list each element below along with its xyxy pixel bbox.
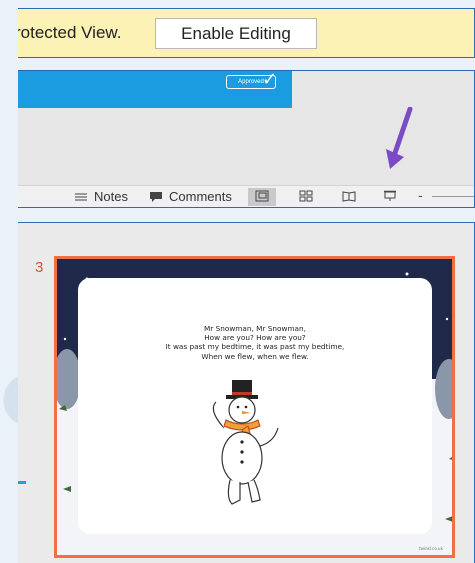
arrow-pointer-icon [384, 106, 416, 173]
slide-sorter-icon [299, 190, 313, 205]
song-verse: Mr Snowman, Mr Snowman, How are you? How… [78, 324, 432, 361]
ribbon-banner: Approved ✓ [18, 71, 292, 108]
status-bar: Notes Comments - [18, 185, 474, 207]
status-bar-panel: Approved ✓ Notes Comments - [18, 70, 475, 208]
verse-line: Mr Snowman, Mr Snowman, [204, 324, 306, 333]
slide-logo: twinkl.co.uk [419, 546, 443, 551]
reading-view-button[interactable] [335, 188, 363, 206]
verse-line: When we flew, when we flew. [201, 351, 309, 361]
notes-label: Notes [94, 189, 128, 204]
protected-view-bar: rotected View. Enable Editing [18, 8, 475, 58]
comments-label: Comments [169, 189, 232, 204]
reading-view-icon [342, 190, 356, 205]
verse-line: How are you? How are you? [204, 333, 306, 343]
verse-line: It was past my bedtime, it was past my b… [165, 342, 345, 352]
slide-panel: 3 Mr Snowman, Mr Snowman, How are you? H… [18, 222, 475, 563]
snowman-illustration [202, 380, 302, 514]
normal-view-button[interactable] [248, 188, 276, 206]
slide-thumbnail[interactable]: Mr Snowman, Mr Snowman, How are you? How… [54, 256, 455, 558]
normal-view-icon [255, 190, 269, 205]
notes-button[interactable]: Notes [73, 189, 128, 204]
notes-icon [73, 190, 89, 204]
zoom-out-button[interactable]: - [418, 187, 423, 203]
comments-button[interactable]: Comments [148, 189, 232, 204]
slide-show-button[interactable] [376, 188, 404, 206]
zoom-slider[interactable] [432, 196, 474, 197]
slide-number: 3 [35, 259, 44, 276]
enable-editing-button[interactable]: Enable Editing [155, 18, 317, 49]
comment-icon [148, 190, 164, 204]
check-icon: ✓ [262, 70, 278, 90]
connector-marker [18, 481, 26, 484]
protected-view-message: rotected View. [18, 23, 122, 42]
slide-show-icon [383, 190, 397, 205]
slide-sorter-button[interactable] [292, 188, 320, 206]
slide-card: Mr Snowman, Mr Snowman, How are you? How… [78, 278, 432, 534]
